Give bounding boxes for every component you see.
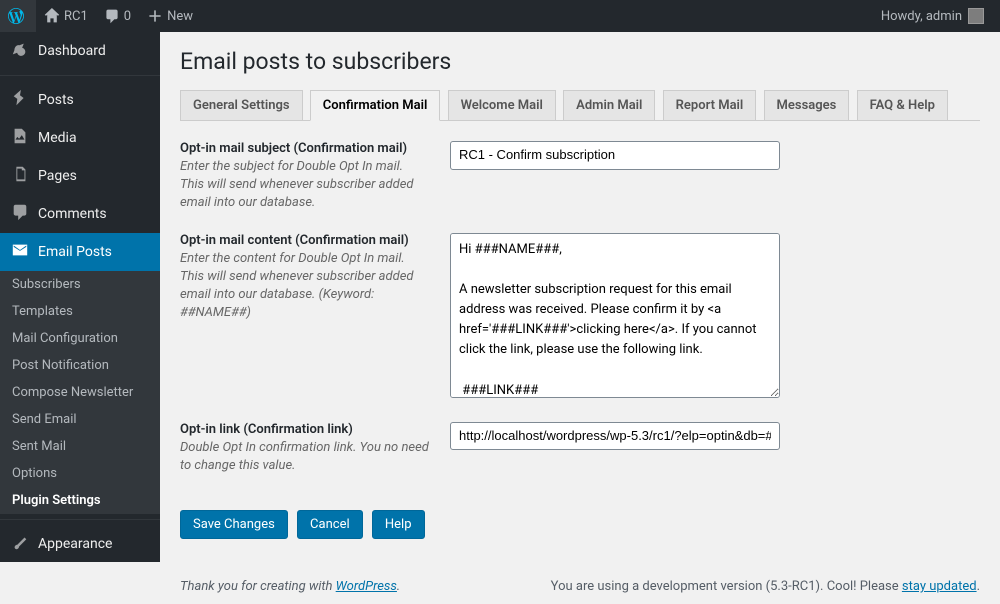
optin-link-input[interactable]	[450, 422, 780, 451]
footer-thanks-text: Thank you for creating with	[180, 579, 336, 594]
howdy-text: Howdy, admin	[881, 9, 962, 24]
optin-subject-desc: Enter the subject for Double Opt In mail…	[180, 158, 430, 213]
cancel-button[interactable]: Cancel	[297, 510, 363, 539]
optin-content-textarea[interactable]	[450, 233, 780, 398]
sidebar-item-pages[interactable]: Pages	[0, 157, 160, 195]
optin-subject-input[interactable]	[450, 141, 780, 170]
wordpress-icon	[8, 8, 24, 24]
comments-count: 0	[124, 9, 131, 24]
optin-content-label: Opt-in mail content (Confirmation mail)	[180, 233, 430, 248]
button-row: Save Changes Cancel Help	[180, 510, 980, 539]
plus-icon	[147, 8, 163, 24]
sidebar-item-comments[interactable]: Comments	[0, 195, 160, 233]
brush-icon	[10, 533, 30, 555]
sidebar-item-dashboard[interactable]: Dashboard	[0, 32, 160, 70]
comments-button[interactable]: 0	[96, 0, 139, 32]
sidebar-item-appearance[interactable]: Appearance	[0, 525, 160, 562]
tab-messages[interactable]: Messages	[764, 90, 850, 121]
footer: Thank you for creating with WordPress. Y…	[180, 564, 980, 604]
tab-welcome-mail[interactable]: Welcome Mail	[448, 90, 556, 121]
optin-subject-label: Opt-in mail subject (Confirmation mail)	[180, 141, 430, 156]
avatar	[968, 8, 984, 24]
tab-report-mail[interactable]: Report Mail	[663, 90, 757, 121]
my-account-button[interactable]: Howdy, admin	[873, 0, 992, 32]
submenu-options[interactable]: Options	[0, 460, 160, 487]
tab-faq-help[interactable]: FAQ & Help	[857, 90, 948, 121]
stay-updated-link[interactable]: stay updated	[902, 579, 977, 594]
content-area: Email posts to subscribers General Setti…	[160, 32, 1000, 604]
page-title: Email posts to subscribers	[180, 48, 980, 75]
admin-bar: RC1 0 New Howdy, admin	[0, 0, 1000, 32]
wp-logo-button[interactable]	[0, 0, 36, 32]
submenu-compose-newsletter[interactable]: Compose Newsletter	[0, 379, 160, 406]
settings-form: Opt-in mail subject (Confirmation mail) …	[180, 141, 980, 495]
sidebar-item-email-posts[interactable]: Email Posts	[0, 233, 160, 271]
comment-icon	[104, 8, 120, 24]
home-icon	[44, 8, 60, 24]
sidebar-item-posts[interactable]: Posts	[0, 81, 160, 119]
comment-icon	[10, 203, 30, 225]
admin-sidebar: Dashboard Posts Media Pages Comments Ema…	[0, 32, 160, 562]
tabs-wrapper: General Settings Confirmation Mail Welco…	[180, 90, 980, 121]
email-posts-submenu: Subscribers Templates Mail Configuration…	[0, 271, 160, 514]
optin-content-desc: Enter the content for Double Opt In mail…	[180, 250, 430, 323]
media-icon	[10, 127, 30, 149]
new-label: New	[167, 9, 193, 24]
footer-version-text: You are using a development version (5.3…	[551, 579, 902, 594]
submenu-sent-mail[interactable]: Sent Mail	[0, 433, 160, 460]
page-icon	[10, 165, 30, 187]
sidebar-item-media[interactable]: Media	[0, 119, 160, 157]
email-icon	[10, 241, 30, 263]
new-content-button[interactable]: New	[139, 0, 201, 32]
optin-link-label: Opt-in link (Confirmation link)	[180, 422, 430, 437]
dashboard-icon	[10, 40, 30, 62]
optin-link-desc: Double Opt In confirmation link. You no …	[180, 439, 430, 475]
site-name-label: RC1	[64, 9, 88, 24]
tab-general-settings[interactable]: General Settings	[180, 90, 303, 121]
submenu-send-email[interactable]: Send Email	[0, 406, 160, 433]
submenu-mail-configuration[interactable]: Mail Configuration	[0, 325, 160, 352]
wordpress-link[interactable]: WordPress	[336, 579, 397, 594]
submenu-post-notification[interactable]: Post Notification	[0, 352, 160, 379]
site-name-button[interactable]: RC1	[36, 0, 96, 32]
help-button[interactable]: Help	[372, 510, 425, 539]
tab-confirmation-mail[interactable]: Confirmation Mail	[310, 90, 441, 121]
submenu-subscribers[interactable]: Subscribers	[0, 271, 160, 298]
tab-admin-mail[interactable]: Admin Mail	[563, 90, 655, 121]
submenu-plugin-settings[interactable]: Plugin Settings	[0, 487, 160, 514]
save-button[interactable]: Save Changes	[180, 510, 288, 539]
pin-icon	[10, 89, 30, 111]
submenu-templates[interactable]: Templates	[0, 298, 160, 325]
